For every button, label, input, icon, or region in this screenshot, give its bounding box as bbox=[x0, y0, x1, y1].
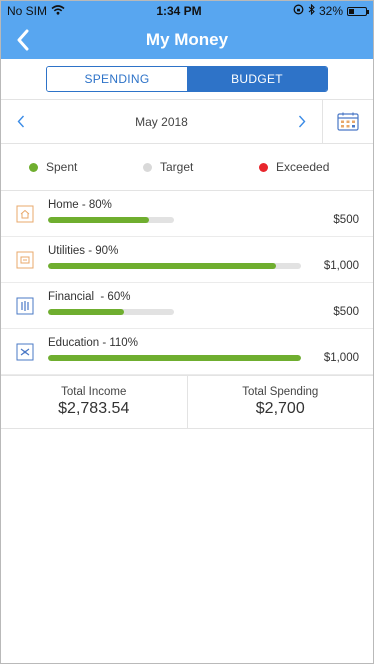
education-icon bbox=[16, 343, 34, 361]
tab-budget[interactable]: BUDGET bbox=[187, 67, 327, 91]
nav-bar: My Money bbox=[1, 21, 373, 59]
category-label: Home - 80% bbox=[48, 199, 112, 211]
next-month-button[interactable] bbox=[282, 100, 322, 143]
spent-bar bbox=[48, 309, 124, 315]
total-income: Total Income $2,783.54 bbox=[1, 376, 187, 428]
calendar-icon bbox=[337, 112, 359, 131]
total-income-value: $2,783.54 bbox=[58, 400, 130, 417]
progress-track bbox=[48, 355, 301, 361]
battery-icon bbox=[347, 6, 369, 16]
spent-dot bbox=[29, 162, 38, 172]
progress-track bbox=[48, 309, 174, 315]
category-label: Education - 110% bbox=[48, 337, 138, 349]
previous-month-button[interactable] bbox=[1, 100, 41, 143]
target-amount: $500 bbox=[333, 306, 359, 318]
legend-target: Target bbox=[143, 160, 259, 174]
wifi-icon bbox=[51, 4, 65, 18]
month-label: May 2018 bbox=[135, 114, 188, 129]
utilities-icon bbox=[16, 251, 34, 269]
exceeded-dot bbox=[259, 162, 268, 172]
chevron-right-icon bbox=[298, 115, 306, 128]
status-time: 1:34 PM bbox=[156, 4, 202, 18]
budget-row-utilities[interactable]: Utilities - 90% $1,000 bbox=[1, 237, 373, 283]
progress-track bbox=[48, 217, 174, 223]
bluetooth-icon bbox=[308, 3, 315, 18]
totals-summary: Total Income $2,783.54 Total Spending $2… bbox=[1, 375, 373, 429]
category-label: Financial - 60% bbox=[48, 291, 131, 303]
legend-spent: Spent bbox=[29, 160, 143, 174]
home-icon bbox=[16, 205, 34, 223]
spent-bar bbox=[48, 355, 301, 361]
target-dot bbox=[143, 162, 152, 172]
budget-row-education[interactable]: Education - 110% $1,000 bbox=[1, 329, 373, 375]
legend-label: Target bbox=[160, 160, 194, 174]
battery-percent: 32% bbox=[318, 4, 343, 18]
category-label: Utilities - 90% bbox=[48, 245, 119, 257]
tab-spending[interactable]: SPENDING bbox=[47, 67, 187, 91]
chevron-left-icon bbox=[17, 29, 29, 51]
total-spending: Total Spending $2,700 bbox=[186, 376, 374, 428]
view-toggle: SPENDING BUDGET bbox=[1, 59, 373, 100]
total-spending-value: $2,700 bbox=[255, 400, 305, 417]
status-bar: No SIM 1:34 PM 32% bbox=[1, 1, 373, 21]
target-amount: $500 bbox=[333, 214, 359, 226]
budget-row-home[interactable]: Home - 80% $500 bbox=[1, 191, 373, 237]
back-button[interactable] bbox=[11, 26, 35, 54]
legend-label: Exceeded bbox=[276, 160, 330, 174]
app-screen: No SIM 1:34 PM 32% My Money SPENDING BUD… bbox=[0, 0, 374, 664]
legend-label: Spent bbox=[46, 160, 78, 174]
target-amount: $1,000 bbox=[323, 352, 359, 364]
spent-bar bbox=[48, 263, 276, 269]
spent-bar bbox=[48, 217, 149, 223]
legend: Spent Target Exceeded bbox=[1, 144, 373, 191]
progress-track bbox=[48, 263, 301, 269]
financial-icon bbox=[16, 297, 34, 315]
budget-row-financial[interactable]: Financial - 60% $500 bbox=[1, 283, 373, 329]
total-income-label: Total Income bbox=[61, 386, 127, 398]
calendar-button[interactable] bbox=[322, 100, 373, 143]
budget-list: Home - 80% $500 Utilities - 90% $1,000 F… bbox=[1, 191, 373, 375]
legend-exceeded: Exceeded bbox=[259, 160, 329, 174]
total-spending-label: Total Spending bbox=[242, 386, 319, 398]
month-selector: May 2018 bbox=[1, 100, 373, 144]
orientation-lock-icon bbox=[293, 4, 304, 18]
target-amount: $1,000 bbox=[323, 260, 359, 272]
page-title: My Money bbox=[145, 30, 229, 49]
carrier-label: No SIM bbox=[7, 4, 48, 18]
chevron-left-icon bbox=[17, 115, 25, 128]
